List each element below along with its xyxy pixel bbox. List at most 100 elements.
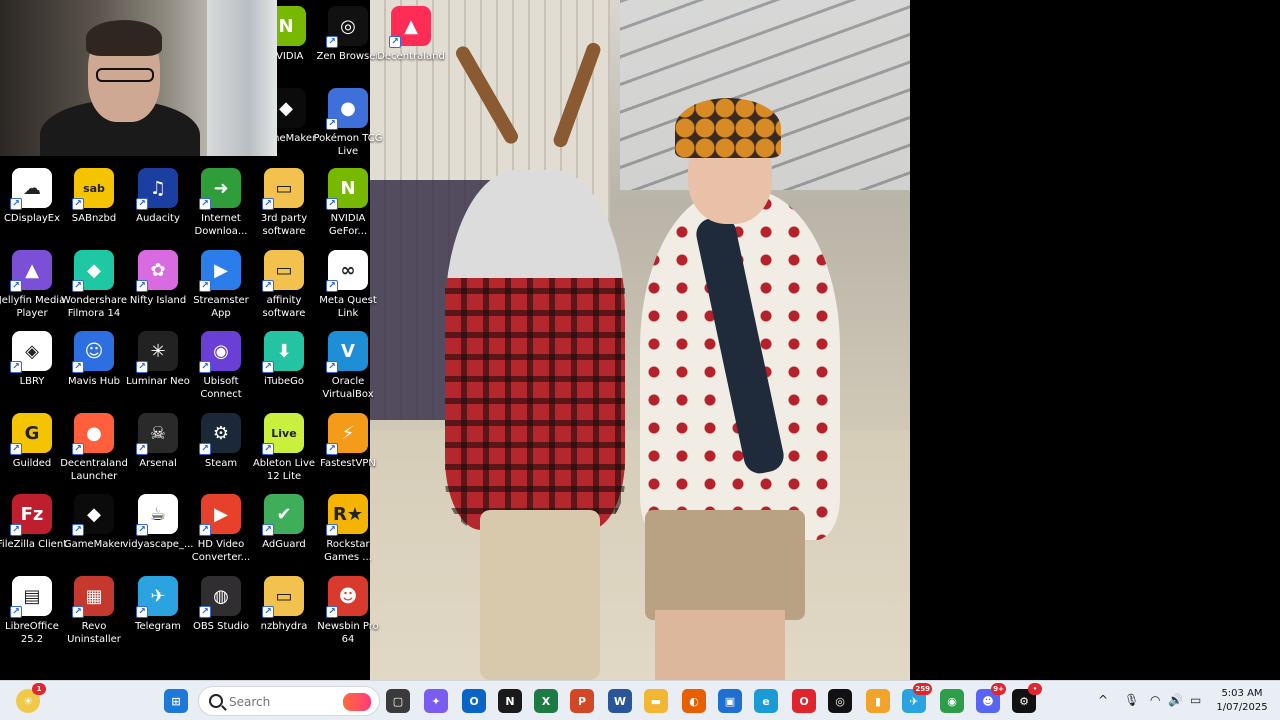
- globe-app-icon: ◉: [947, 694, 957, 708]
- java-icon: ☕ ↗: [136, 494, 178, 536]
- rockstar-icon: R★ ↗: [326, 494, 368, 536]
- taskbar-file-explorer-button[interactable]: ▬: [644, 689, 668, 713]
- word-icon: W: [613, 694, 627, 708]
- taskbar-microsoft-store-button[interactable]: ▣: [718, 689, 742, 713]
- battery-icon[interactable]: ▭: [1190, 693, 1201, 707]
- taskbar-firefox-button[interactable]: ◐: [682, 689, 706, 713]
- desktop-icon[interactable]: ◆ ↗ Wondershare Filmora 14: [61, 250, 127, 320]
- desktop-icon[interactable]: ➜ ↗ Internet Downloa...: [189, 168, 253, 238]
- desktop-icon[interactable]: ☺ ↗ Mavis Hub: [62, 331, 126, 388]
- desktop-icon[interactable]: ▭ ↗ nzbhydra: [252, 576, 316, 633]
- taskbar-opera-button[interactable]: O: [792, 689, 816, 713]
- clock-time: 5:03 AM: [1221, 688, 1263, 699]
- desktop-icon[interactable]: ● ↗ Decentraland Launcher: [60, 413, 128, 483]
- desktop-icon[interactable]: N ↗ NVIDIA GeFor...: [316, 168, 380, 238]
- adguard-icon: ✔ ↗: [262, 494, 304, 536]
- desktop-icon[interactable]: ⚡ ↗ FastestVPN: [316, 413, 380, 470]
- desktop-icon[interactable]: ☻ ↗ Newsbin Pro 64: [316, 576, 380, 646]
- microphone-icon[interactable]: 🎙: [1124, 693, 1139, 707]
- shortcut-arrow-icon: ↗: [136, 198, 148, 210]
- taskbar-clock[interactable]: 5:03 AM 1/07/2025: [1210, 687, 1274, 715]
- desktop-icon-label: SABnzbd: [71, 213, 117, 224]
- taskbar-powerpoint-button[interactable]: P: [570, 689, 594, 713]
- taskbar-excel-button[interactable]: X: [534, 689, 558, 713]
- desktop-icon-label: AdGuard: [262, 539, 306, 550]
- taskbar-globe-app-button[interactable]: ◉: [940, 689, 964, 713]
- desktop-icon[interactable]: ▲ ↗ Jellyfin Media Player: [0, 250, 65, 320]
- desktop-icon[interactable]: ☕ ↗ vidyascape_...: [123, 494, 193, 551]
- desktop-icon[interactable]: ▭ ↗ affinity software: [252, 250, 316, 320]
- taskbar-file-explorer-gray-button[interactable]: ▢: [386, 689, 410, 713]
- taskbar-copilot-button[interactable]: ✦: [424, 689, 448, 713]
- desktop-icon[interactable]: ∞ ↗ Meta Quest Link: [316, 250, 380, 320]
- desktop-icon[interactable]: ▶ ↗ Streamster App: [189, 250, 253, 320]
- desktop-icon[interactable]: ⚙ ↗ Steam: [189, 413, 253, 470]
- shortcut-arrow-icon: ↗: [262, 524, 274, 536]
- desktop-icon[interactable]: ◉ ↗ Ubisoft Connect: [189, 331, 253, 401]
- volume-icon[interactable]: 🔊: [1168, 693, 1183, 707]
- taskbar-media-app-button[interactable]: ▮: [866, 689, 890, 713]
- start-button[interactable]: ⊞: [164, 689, 188, 713]
- clock-date: 1/07/2025: [1216, 702, 1268, 713]
- shortcut-arrow-icon: ↗: [326, 361, 338, 373]
- desktop-icon[interactable]: ▶ ↗ HD Video Converter...: [189, 494, 253, 564]
- desktop-icon[interactable]: Live ↗ Ableton Live 12 Lite: [252, 413, 316, 483]
- desktop-icon[interactable]: ◈ ↗ LBRY: [0, 331, 64, 388]
- mavis-hub-icon: ☺ ↗: [72, 331, 114, 373]
- desktop-icon[interactable]: ▭ ↗ 3rd party software: [252, 168, 316, 238]
- shortcut-arrow-icon: ↗: [199, 198, 211, 210]
- desktop-icon[interactable]: sab ↗ SABnzbd: [62, 168, 126, 225]
- desktop-icon[interactable]: V ↗ Oracle VirtualBox: [316, 331, 380, 401]
- desktop-icon[interactable]: ☠ ↗ Arsenal: [126, 413, 190, 470]
- desktop-icon[interactable]: ▲ ↗ Decentraland: [377, 6, 445, 63]
- taskbar-outlook-button[interactable]: O: [462, 689, 486, 713]
- taskbar-word-button[interactable]: W: [608, 689, 632, 713]
- desktop-icon[interactable]: ⬇ ↗ iTubeGo: [252, 331, 316, 388]
- desktop-icon[interactable]: ✈ ↗ Telegram: [126, 576, 190, 633]
- desktop-icon[interactable]: ◆↗ GameMaker: [62, 494, 126, 551]
- desktop-icon[interactable]: ♫ ↗ Audacity: [126, 168, 190, 225]
- desktop-icon[interactable]: ◍ ↗ OBS Studio: [189, 576, 253, 633]
- shortcut-arrow-icon: ↗: [10, 443, 22, 455]
- taskbar-search[interactable]: [198, 686, 380, 716]
- desktop-icon[interactable]: G ↗ Guilded: [0, 413, 64, 470]
- windows-icon: ⊞: [171, 694, 181, 708]
- taskbar-discord-button[interactable]: ☻ 9+: [976, 683, 1006, 713]
- desktop-icon[interactable]: ▤ ↗ LibreOffice 25.2: [0, 576, 64, 646]
- microsoft-store-icon: ▣: [724, 694, 736, 708]
- taskbar-steam-tray-button[interactable]: ⚙ •: [1012, 683, 1042, 713]
- desktop-icon[interactable]: ▦ ↗ Revo Uninstaller: [62, 576, 126, 646]
- desktop-icon[interactable]: ● ↗ Pokémon TCG Live: [313, 88, 383, 158]
- search-input[interactable]: [229, 693, 339, 711]
- powerpoint-icon: P: [577, 694, 587, 708]
- desktop-icon[interactable]: ✳ ↗ Luminar Neo: [126, 331, 190, 388]
- desktop-icon[interactable]: ◎ ↗ Zen Browser: [316, 6, 380, 63]
- taskbar-telegram-button[interactable]: ✈ 259: [902, 683, 932, 713]
- shortcut-arrow-icon: ↗: [72, 524, 84, 536]
- libreoffice-icon: ▤ ↗: [10, 576, 52, 618]
- telegram-notification-badge: 259: [913, 683, 932, 695]
- luminar-icon: ✳ ↗: [136, 331, 178, 373]
- tray-overflow-chevron-icon[interactable]: ^: [1098, 693, 1108, 707]
- taskbar-edge-button[interactable]: e: [754, 689, 778, 713]
- shortcut-arrow-icon: ↗: [136, 524, 148, 536]
- wifi-icon[interactable]: ◠: [1150, 693, 1160, 707]
- weather-icon: ☀: [23, 694, 33, 708]
- desktop-icon[interactable]: R★ ↗ Rockstar Games ...: [316, 494, 380, 564]
- weather-badge: 1: [32, 683, 46, 695]
- desktop-icon[interactable]: ✿ ↗ Nifty Island: [126, 250, 190, 307]
- opera-icon: O: [799, 694, 809, 708]
- folder-icon: ▭ ↗: [262, 168, 304, 210]
- taskbar-zen-browser-button[interactable]: ◎: [828, 689, 852, 713]
- weather-widget[interactable]: ☀ 1: [16, 683, 46, 713]
- desktop-icon[interactable]: ☁ ↗ CDisplayEx: [0, 168, 64, 225]
- desktop-icon-label: Wondershare Filmora 14: [60, 295, 128, 319]
- taskbar-notion-button[interactable]: N: [498, 689, 522, 713]
- shortcut-arrow-icon: ↗: [136, 443, 148, 455]
- desktop-icon-label: 3rd party software: [260, 213, 308, 237]
- hd-video-converter-icon: ▶ ↗: [199, 494, 241, 536]
- desktop-icon-label: FastestVPN: [320, 458, 376, 469]
- desktop-icon[interactable]: Fz ↗ FileZilla Client: [0, 494, 67, 551]
- desktop-icon[interactable]: ✔ ↗ AdGuard: [252, 494, 316, 551]
- firefox-icon: ◐: [689, 694, 699, 708]
